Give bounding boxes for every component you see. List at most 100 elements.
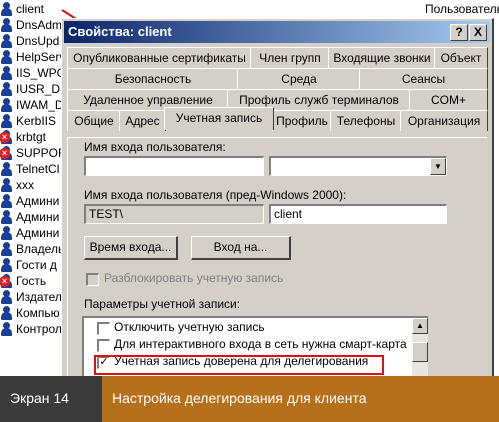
disabled-user-icon: × [0, 274, 13, 288]
disable-account-checkbox[interactable] [97, 322, 110, 335]
list-item-label: Админи [16, 226, 60, 240]
list-item[interactable]: xxx [0, 177, 70, 193]
tab-security[interactable]: Безопасность [67, 68, 239, 89]
account-options-label: Параметры учетной записи: [84, 297, 241, 311]
list-item-label: IIS_WPG [16, 66, 67, 80]
user-icon [0, 306, 13, 320]
tab-member-of[interactable]: Член групп [250, 47, 330, 68]
close-button[interactable]: X [469, 24, 487, 41]
list-item-label: Гость [16, 274, 47, 288]
user-icon [0, 322, 13, 336]
user-icon [0, 18, 13, 32]
user-icon [0, 162, 13, 176]
user-icon [0, 194, 13, 208]
list-item[interactable]: × SUPPORT [0, 145, 70, 161]
tab-sessions[interactable]: Сеансы [359, 68, 488, 89]
caption-description-text: Настройка делегирования для клиента [112, 390, 367, 406]
tab-com-plus[interactable]: COM+ [409, 89, 488, 110]
user-icon [0, 210, 13, 224]
list-item-label: Компью [16, 306, 60, 320]
list-item[interactable]: IIS_WPG [0, 65, 70, 81]
list-item[interactable]: Админи [0, 193, 70, 209]
caption-bar: Экран 14 Настройка делегирования для кли… [0, 376, 499, 422]
list-item[interactable]: Владель [0, 241, 70, 257]
list-item[interactable]: IWAM_D [0, 97, 70, 113]
pre2000-name-input[interactable]: client [269, 204, 447, 224]
caption-description: Настройка делегирования для клиента [102, 376, 499, 422]
user-list[interactable]: client DnsAdm DnsUpd HelpServ IIS_WPG IUSR_D I… [0, 0, 70, 376]
title-bar[interactable]: Свойства: client ? X [64, 21, 490, 43]
list-item[interactable]: × Гость [0, 273, 70, 289]
list-item-label: xxx [16, 178, 34, 192]
user-icon [0, 2, 13, 16]
logon-name-input[interactable] [84, 156, 264, 176]
list-item[interactable]: Админи [0, 209, 70, 225]
scroll-up-icon[interactable]: ▲ [412, 318, 428, 334]
list-item-label: client [16, 2, 45, 16]
tab-published-certificates[interactable]: Опубликованные сертификаты [67, 47, 252, 68]
list-item-label: Издател [16, 290, 62, 304]
properties-dialog: Свойства: client ? X Опубликованные серт… [61, 18, 494, 391]
tab-environment[interactable]: Среда [237, 68, 361, 89]
logon-name-label: Имя входа пользователя: [84, 140, 226, 154]
list-item-label: Админи [16, 210, 60, 224]
tab-organization[interactable]: Организация [400, 110, 488, 131]
unlock-checkbox[interactable] [86, 273, 99, 286]
disable-account-label: Отключить учетную запись [114, 320, 265, 334]
list-item[interactable]: IUSR_D [0, 81, 70, 97]
list-item[interactable]: Гости д [0, 257, 70, 273]
list-item-label: HelpServ [16, 50, 66, 64]
list-item[interactable]: Компью [0, 305, 70, 321]
list-item[interactable]: DnsUpd [0, 33, 70, 49]
dialog-title: Свойства: client [68, 24, 172, 39]
list-item[interactable]: TelnetCl [0, 161, 70, 177]
list-item[interactable]: × krbtgt [0, 129, 70, 145]
list-item[interactable]: Админи [0, 225, 70, 241]
user-icon [0, 34, 13, 48]
logon-to-button[interactable]: Вход на... [191, 236, 291, 260]
tab-telephones[interactable]: Телефоны [330, 110, 402, 131]
unlock-label: Разблокировать учетную запись [104, 271, 284, 285]
smartcard-checkbox[interactable] [97, 339, 110, 352]
list-item-label: Гости д [16, 258, 57, 272]
user-icon [0, 178, 13, 192]
disabled-user-icon: × [0, 130, 13, 144]
tab-object[interactable]: Объект [434, 47, 488, 68]
tab-dial-in[interactable]: Входящие звонки [328, 47, 436, 68]
list-item-label: DnsUpd [16, 34, 60, 48]
list-item-label: Владель [16, 242, 65, 256]
user-icon [0, 258, 13, 272]
domain-select[interactable]: ▼ [269, 156, 447, 176]
chevron-down-icon[interactable]: ▼ [430, 158, 446, 175]
list-item-label: krbtgt [16, 130, 47, 144]
logon-hours-button[interactable]: Время входа... [84, 236, 178, 260]
list-item[interactable]: Издател [0, 289, 70, 305]
list-item-label: TelnetCl [16, 162, 60, 176]
list-item[interactable]: KerbIIS [0, 113, 70, 129]
tab-account[interactable]: Учетная запись [164, 107, 274, 130]
help-button[interactable]: ? [450, 24, 468, 41]
list-item-label: IUSR_D [16, 82, 61, 96]
highlight-box [94, 355, 384, 375]
tab-address[interactable]: Адрес [119, 110, 166, 131]
column-header-label: Пользователь [425, 2, 499, 16]
user-icon [0, 98, 13, 112]
column-header[interactable]: Пользователь [140, 0, 499, 17]
smartcard-label: Для интерактивного входа в сеть нужна см… [114, 337, 407, 351]
tab-general[interactable]: Общие [67, 110, 121, 131]
pre2000-label: Имя входа пользователя (пред-Windows 200… [84, 188, 347, 202]
caption-screen-number-text: Экран 14 [10, 390, 69, 406]
caption-screen-number: Экран 14 [0, 376, 102, 422]
user-icon [0, 50, 13, 64]
user-icon [0, 242, 13, 256]
list-item[interactable]: Контрол [0, 321, 70, 337]
disabled-user-icon: × [0, 146, 13, 160]
list-item-label: Админи [16, 194, 60, 208]
list-item-label: DnsAdm [16, 18, 63, 32]
list-item-label: KerbIIS [16, 114, 57, 128]
list-item[interactable]: HelpServ [0, 49, 70, 65]
scroll-thumb[interactable] [412, 342, 428, 362]
tab-profile[interactable]: Профиль [272, 110, 332, 131]
user-icon [0, 82, 13, 96]
pre2000-domain-field: TEST\ [84, 204, 264, 224]
